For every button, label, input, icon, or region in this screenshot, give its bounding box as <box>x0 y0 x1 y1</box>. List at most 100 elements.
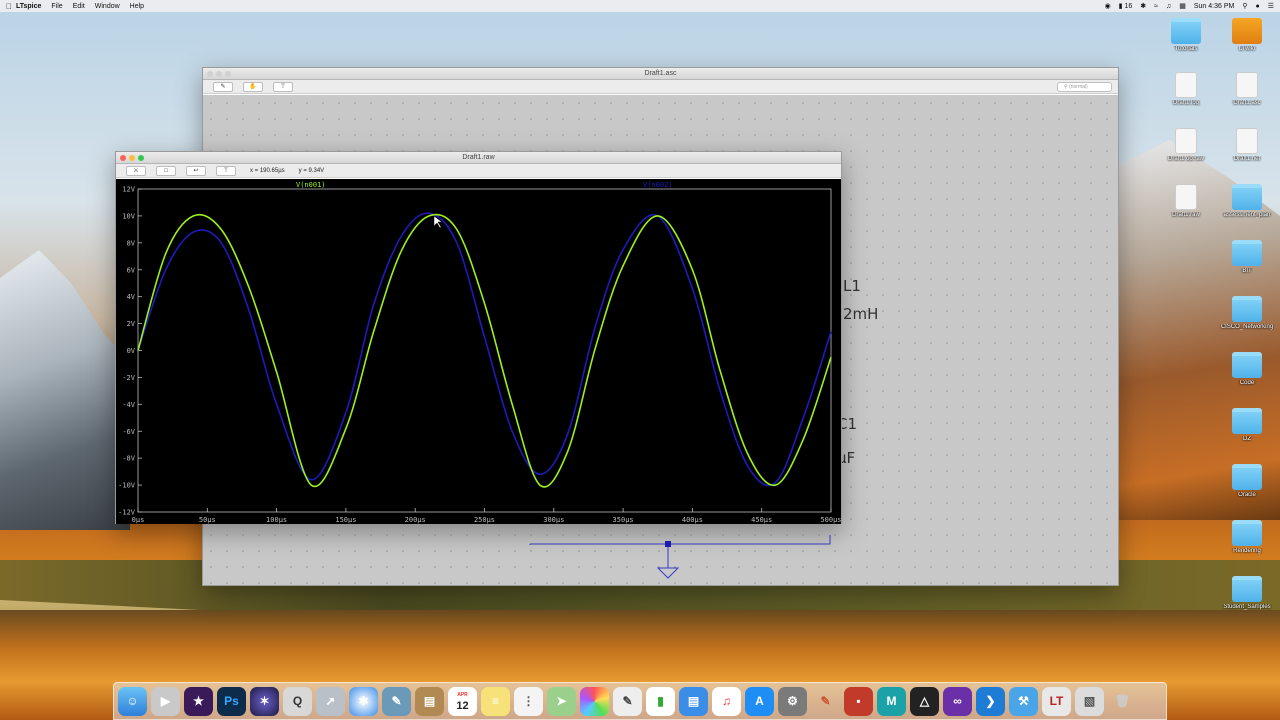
autorange-icon[interactable]: ⚔ <box>126 165 146 176</box>
unity-icon[interactable]: △ <box>910 686 939 716</box>
waveform-plot[interactable]: 12V 10V 8V 6V 4V 2V 0V -2V -4V -6V -8V -10V -12V 0µs 5… <box>116 179 842 524</box>
maps-icon[interactable]: ➤ <box>547 686 576 716</box>
close-button[interactable] <box>120 155 126 161</box>
trace-label-vn002: V(n002) <box>643 181 673 189</box>
desktop-icon-draft1-op-raw[interactable]: Draft1.op.raw <box>1159 128 1213 162</box>
minimize-button[interactable] <box>216 71 222 77</box>
maya-icon[interactable]: M <box>877 686 906 716</box>
downloads-stack-icon[interactable]: ▧ <box>1075 686 1104 716</box>
desktop-icon-draft1-raw[interactable]: Draft1.raw <box>1159 184 1213 218</box>
zoom-area-icon[interactable]: □ <box>156 165 176 176</box>
schematic-titlebar[interactable]: Draft1.asc <box>203 68 1118 80</box>
y-tick-label: -10V <box>118 482 136 490</box>
desktop-icon-dz[interactable]: DZ <box>1220 408 1274 442</box>
calendar-icon[interactable]: APR 12 <box>448 686 477 716</box>
desktop-icon-draft1-log[interactable]: Draft1.log <box>1159 72 1213 106</box>
waveform-titlebar[interactable]: Draft1.raw <box>116 152 841 164</box>
notebook-icon[interactable]: ▤ <box>415 686 444 716</box>
itunes-icon[interactable]: ♫ <box>712 686 741 716</box>
desktop-icon-bit[interactable]: BIT <box>1220 240 1274 274</box>
stickies-icon[interactable]: ✎ <box>613 686 642 716</box>
rocket-icon[interactable]: ➚ <box>316 686 345 716</box>
close-button[interactable] <box>207 71 213 77</box>
minimize-button[interactable] <box>129 155 135 161</box>
safari-icon[interactable]: ✻ <box>349 686 378 716</box>
desktop-icon-ltwiki[interactable]: LTwiki <box>1220 18 1274 52</box>
probe-icon[interactable]: ⊤ <box>216 165 236 176</box>
input-menu-icon[interactable]: ▦ <box>1179 2 1186 10</box>
visual-studio-icon[interactable]: ∞ <box>943 686 972 716</box>
numbers-icon[interactable]: ▮ <box>646 686 675 716</box>
spotlight-icon[interactable]: ⚲ <box>1242 2 1247 10</box>
battery-icon: ▮ <box>1118 3 1123 10</box>
notes-icon[interactable]: ≡ <box>481 686 510 716</box>
pan-hand-icon[interactable]: ✋ <box>243 81 263 92</box>
zoom-button[interactable] <box>225 71 231 77</box>
menubar:  LTspice File Edit Window Help ◉ ▮ 16 ✱… <box>0 0 1280 12</box>
app-store-icon[interactable]: A <box>745 686 774 716</box>
desktop-icon-rendering[interactable]: Rendering <box>1220 520 1274 554</box>
wifi-icon[interactable]: ≈ <box>1154 3 1158 10</box>
x-tick-label: 400µs <box>682 516 703 524</box>
desktop-icon-assessment-plan[interactable]: assessment_plan <box>1220 184 1274 218</box>
desktop-icon-label: Draft1.asc <box>1233 100 1261 106</box>
system-preferences-icon[interactable]: ⚙ <box>778 686 807 716</box>
ground-symbol[interactable] <box>656 567 680 579</box>
desktop-icon-oracle[interactable]: Oracle <box>1220 464 1274 498</box>
menubar-clock[interactable]: Sun 4:36 PM <box>1194 3 1234 10</box>
document-icon <box>1232 18 1262 44</box>
pencil-icon[interactable]: ✎ <box>811 687 840 716</box>
desktop-icon-draft1-net[interactable]: Draft1.net <box>1220 128 1274 162</box>
menu-file[interactable]: File <box>51 3 62 10</box>
desktop-icon-label: Draft1.log <box>1172 100 1199 106</box>
quicktime-icon[interactable]: Q <box>283 686 312 716</box>
desktop-icon-student-samples[interactable]: Student_Samples <box>1220 576 1274 610</box>
run-icon[interactable]: ✎ <box>213 81 233 92</box>
y-tick-label: 8V <box>127 239 136 247</box>
siri-icon[interactable]: ▶ <box>151 686 180 716</box>
desktop-icon-tutorials[interactable]: Tutorials <box>1159 18 1213 52</box>
notification-center-icon[interactable]: ☰ <box>1268 2 1274 10</box>
menu-window[interactable]: Window <box>95 3 120 10</box>
waveform-window[interactable]: Draft1.raw ⚔ □ ↩ ⊤ x = 190.65µs y = 9.34… <box>115 151 842 524</box>
schematic-toolbar: ✎ ✋ ⊤ ⚲ (normal) <box>203 80 1118 94</box>
dock: ☺ ▶ ★ Ps ✶ Q ➚ ✻ ✎ ▤ APR 12 ≡ ⋮ ➤ ✎ ▮ ▤ … <box>113 682 1167 720</box>
photoshop-icon[interactable]: Ps <box>217 686 246 716</box>
reminders-icon[interactable]: ⋮ <box>514 686 543 716</box>
calendar-day: 12 <box>456 700 469 712</box>
bluetooth-icon[interactable]: ✱ <box>1140 2 1146 10</box>
launchpad-icon[interactable]: ✶ <box>250 686 279 716</box>
zoom-button[interactable] <box>138 155 144 161</box>
y-tick-label: 6V <box>127 266 136 274</box>
record-icon[interactable]: ◉ <box>1105 2 1111 10</box>
parallels-icon[interactable]: ▪ <box>844 686 873 716</box>
waveform-svg[interactable]: 12V10V8V6V4V2V0V-2V-4V-6V-8V-10V-12V0µs 5… <box>116 179 841 524</box>
menu-help[interactable]: Help <box>130 3 144 10</box>
desktop-icon-code[interactable]: Code <box>1220 352 1274 386</box>
finder-icon[interactable]: ☺ <box>118 686 147 716</box>
xcode-icon[interactable]: ⚒ <box>1009 686 1038 716</box>
desktop-icon-cisco-networking[interactable]: CISCO_Networking <box>1220 296 1274 330</box>
battery-indicator[interactable]: ▮ 16 <box>1119 2 1133 10</box>
desktop-icon-draft1-asc[interactable]: Draft1.asc <box>1220 72 1274 106</box>
apple-menu-icon[interactable]:  <box>6 2 16 11</box>
volume-icon[interactable]: ♫ <box>1166 3 1171 10</box>
wire[interactable] <box>529 535 831 545</box>
trash-icon[interactable]: 🗑 <box>1108 687 1137 716</box>
x-tick-label: 0µs <box>132 516 145 524</box>
photos-icon[interactable] <box>580 686 609 716</box>
node-junction[interactable] <box>665 541 671 547</box>
ltspice-icon[interactable]: LT <box>1042 686 1071 716</box>
menu-edit[interactable]: Edit <box>73 3 85 10</box>
imovie-icon[interactable]: ★ <box>184 686 213 716</box>
user-icon[interactable]: ● <box>1255 3 1259 10</box>
folder-icon <box>1232 520 1262 546</box>
probe-icon[interactable]: ⊤ <box>273 81 293 92</box>
vscode-icon[interactable]: ❯ <box>976 686 1005 716</box>
menu-app-name[interactable]: LTspice <box>16 3 41 10</box>
zoom-back-icon[interactable]: ↩ <box>186 165 206 176</box>
preview-icon[interactable]: ✎ <box>382 686 411 716</box>
search-field[interactable]: ⚲ (normal) <box>1057 82 1112 92</box>
keynote-icon[interactable]: ▤ <box>679 686 708 716</box>
schematic-title: Draft1.asc <box>644 70 677 77</box>
